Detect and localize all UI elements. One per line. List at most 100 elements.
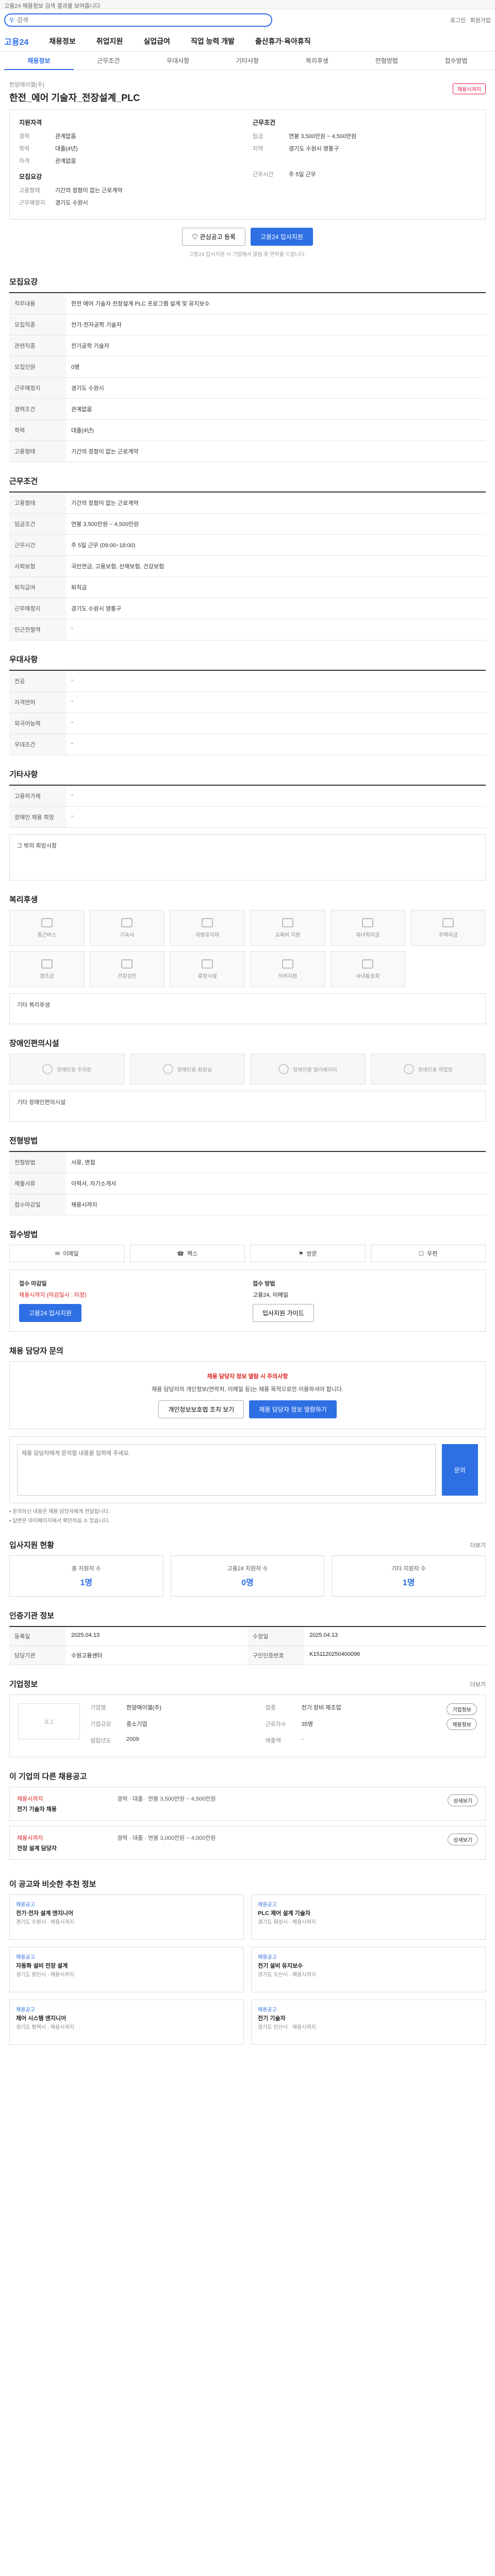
table-row: 모집인원 0명	[9, 357, 486, 378]
summary-key: 고용형태	[19, 188, 40, 194]
recommend-card[interactable]: 채용공고 자동화 설비 전장 설계 경기도 용인시 · 채용시까지	[9, 1947, 244, 1993]
company-more-link[interactable]: 더보기	[470, 1680, 486, 1688]
company-info-key: 설립년도	[90, 1738, 111, 1744]
job-card-info: 경력 · 대졸 · 연봉 3,000만원 ~ 4,000만원	[117, 1835, 216, 1842]
apply-detail-box: 접수 마감일 채용시까지 (마감일시 : 미정) 고용24 입사지원 접수 방법…	[9, 1269, 486, 1332]
info-value: 2025.04.13	[304, 1627, 486, 1647]
disability-label: 장애인용 엘리베이터	[292, 1067, 337, 1073]
gnb-item-unemployment-benefit[interactable]: 실업급여	[143, 36, 170, 46]
company-info-grid: 기업명 한양에이엘(주) 업종 전기 장비 제조업 기업규모 중소기업 근로자수 35명…	[90, 1703, 436, 1749]
table-row: 모집직종 전기·전자공학 기술자	[9, 314, 486, 335]
row-value: 기간의 정함이 없는 근로계약	[71, 449, 139, 455]
welfare-item: 기숙사	[89, 910, 165, 946]
site-logo[interactable]: 고용24	[4, 35, 28, 47]
row-value: -	[71, 719, 73, 725]
education-icon	[282, 918, 293, 927]
job-card-title: 전기 기술자 채용	[17, 1806, 57, 1813]
stat-card: 기타 지원자 수 1명	[332, 1555, 486, 1597]
stat-value: 1명	[80, 1579, 93, 1588]
apply-button[interactable]: 고용24 입사지원	[251, 228, 313, 246]
conditions-section: 근무조건 고용형태 기간의 정함이 없는 근로계약 임금조건 연봉 3,500만원 …	[9, 462, 486, 640]
job-card[interactable]: 채용시까지 전기 기술자 채용 경력 · 대졸 · 연봉 3,500만원 ~ 4…	[9, 1787, 486, 1821]
selection-section: 전형방법 전형방법 서류, 면접 제출서류 이력서, 자기소개서 접수마감일 채용시까…	[9, 1122, 486, 1215]
recommend-card[interactable]: 채용공고 PLC 제어 설계 기술자 경기도 화성시 · 채용시까지	[251, 1894, 486, 1940]
welfare-label: 교육비 지원	[275, 932, 301, 938]
company-info-row: 근로자수 35명	[266, 1720, 437, 1728]
conditions-table: 고용형태 기간의 정함이 없는 근로계약 임금조건 연봉 3,500만원 ~ 4,5…	[9, 492, 486, 640]
tab-recruit[interactable]: 채용정보	[4, 56, 74, 70]
recommend-title: 제어 시스템 엔지니어	[16, 2015, 67, 2022]
welfare-note-box: 기타 복리후생	[9, 993, 486, 1024]
fax-icon: ☎	[177, 1250, 184, 1257]
stat-value: 1명	[402, 1579, 415, 1588]
apply-guide-button[interactable]: 입사지원 가이드	[253, 1304, 314, 1322]
qa-submit-button[interactable]: 문의	[442, 1444, 478, 1496]
top-notice-text: 고용24 채용정보 검색 결과를 보여줍니다	[4, 3, 101, 9]
stat-card: 총 지원자 수 1명	[9, 1555, 163, 1597]
info-value: K151120250400096	[304, 1646, 486, 1666]
disability-label: 장애인용 화장실	[177, 1067, 212, 1073]
qa-warning-body: 채용 담당자의 개인정보(연락처, 이메일 등)는 채용 목적으로만 이용하셔야…	[152, 1386, 343, 1393]
stats-more-link[interactable]: 더보기	[470, 1541, 486, 1549]
tab-preference[interactable]: 우대사항	[143, 56, 213, 65]
row-value: 대졸(4년)	[71, 428, 94, 434]
welfare-label: 식비지원	[278, 973, 298, 979]
search-input[interactable]	[16, 16, 267, 24]
gnb-item-job-training[interactable]: 직업 능력 개발	[191, 36, 235, 46]
gnb-item-parental-leave[interactable]: 출산휴가·육아휴직	[255, 36, 311, 46]
tab-selection[interactable]: 전형방법	[352, 56, 421, 65]
privacy-law-button[interactable]: 개인정보보호법 조치 보기	[158, 1400, 244, 1419]
tab-conditions[interactable]: 근무조건	[74, 56, 143, 65]
job-detail-button[interactable]: 상세보기	[448, 1834, 478, 1846]
info-value: 수원고용센터	[66, 1646, 248, 1666]
table-row: 고용형태 기간의 정함이 없는 근로계약	[9, 441, 486, 462]
table-row: 학력 대졸(4년)	[9, 420, 486, 441]
recommend-meta: 경기도 안산시 · 채용시까지	[258, 2024, 316, 2030]
company-info-value: 전기 장비 제조업	[301, 1705, 341, 1711]
gnb-item-jobs[interactable]: 채용정보	[49, 36, 76, 46]
view-contact-button[interactable]: 채용 담당자 정보 열람하기	[249, 1400, 337, 1419]
signup-link[interactable]: 회원가입	[470, 16, 491, 24]
tab-etc[interactable]: 기타사항	[213, 56, 283, 65]
summary-left: 지원자격 경력 관계없음 학력 대졸(4년) 자격 관계없음 모집요강 고용형태 기간의…	[19, 118, 242, 211]
method-label: 접수 방법	[253, 1281, 275, 1287]
job-card[interactable]: 채용시까지 전장 설계 담당자 경력 · 대졸 · 연봉 3,000만원 ~ 4…	[9, 1826, 486, 1860]
apply-method-heading: 접수방법	[9, 1230, 38, 1239]
company-info-button[interactable]: 기업정보	[447, 1703, 477, 1716]
company-buttons: 기업정보 채용정보	[447, 1703, 477, 1749]
welfare-heading: 복리후생	[9, 895, 38, 904]
job-detail-button[interactable]: 상세보기	[448, 1794, 478, 1807]
login-link[interactable]: 로그인	[450, 16, 466, 24]
company-jobs-button[interactable]: 채용정보	[447, 1718, 477, 1731]
company-box: 로고 기업명 한양에이엘(주) 업종 전기 장비 제조업 기업규모 중소기업 근로자수…	[9, 1694, 486, 1758]
recommend-card[interactable]: 채용공고 전기 기술자 경기도 안산시 · 채용시까지	[251, 1999, 486, 2045]
recommend-card[interactable]: 채용공고 전기·전자 설계 엔지니어 경기도 수원시 · 채용시까지	[9, 1894, 244, 1940]
summary-value: 주 5일 근무	[289, 172, 316, 178]
interest-button-label: 관심공고 등록	[200, 233, 236, 241]
welfare-label: 주택자금	[438, 932, 458, 938]
interest-button[interactable]: ♡ 관심공고 등록	[182, 228, 245, 246]
gnb-item-employment-support[interactable]: 취업지원	[96, 36, 123, 46]
welfare-note-label: 기타 복리후생	[17, 1002, 50, 1008]
disability-item: 장애인용 화장실	[129, 1054, 245, 1084]
job-card-tag: 채용시까지	[17, 1796, 43, 1803]
disability-section: 장애인편의시설 장애인용 주차장 장애인용 화장실 장애인용 엘리베이터 장애인…	[9, 1024, 486, 1122]
company-name: 한양에이엘(주)	[9, 82, 45, 88]
recommend-card[interactable]: 채용공고 전기 설비 유지보수 경기도 오산시 · 채용시까지	[251, 1947, 486, 1993]
table-row: 고용형태 기간의 정함이 없는 근로계약	[9, 493, 486, 514]
qa-textarea[interactable]	[17, 1444, 436, 1496]
tab-welfare[interactable]: 복리후생	[282, 56, 352, 65]
tab-apply[interactable]: 접수방법	[421, 56, 491, 65]
recommend-card[interactable]: 채용공고 제어 시스템 엔지니어 경기도 평택시 · 채용시까지	[9, 1999, 244, 2045]
search-box[interactable]: ⚲	[4, 13, 272, 27]
apply-method-label: 우편	[427, 1251, 438, 1257]
row-value: 채용시까지	[71, 1202, 97, 1208]
recommend-title: 전기·전자 설계 엔지니어	[16, 1910, 73, 1917]
apply-now-button[interactable]: 고용24 입사지원	[19, 1304, 81, 1322]
job-card-tag: 채용시까지	[17, 1835, 43, 1842]
company-heading: 기업정보 더보기	[9, 1679, 486, 1689]
summary-value: 경기도 수원시 영통구	[289, 146, 339, 152]
company-info-row: 매출액 -	[266, 1736, 437, 1744]
summary-row: 근무시간 주 5일 근무	[253, 170, 476, 178]
job-title-block: 한양에이엘(주) 한전_에어 기술자_전장설계_PLC 채용시까지	[9, 70, 486, 109]
